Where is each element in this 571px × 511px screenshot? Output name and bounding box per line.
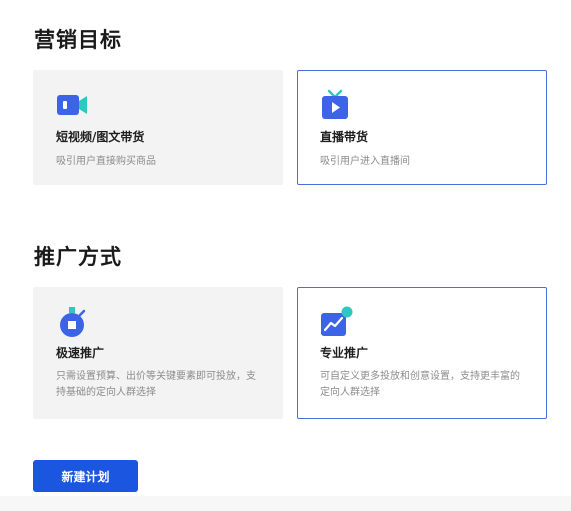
- mode-card-title: 极速推广: [56, 346, 105, 360]
- goal-card-title: 短视频/图文带货: [56, 130, 145, 144]
- create-plan-button[interactable]: 新建计划: [33, 460, 138, 492]
- mode-card-desc: 只需设置预算、出价等关键要素即可投放，支持基础的定向人群选择: [56, 371, 256, 398]
- speed-rocket-icon: [56, 306, 90, 338]
- mode-card-quick[interactable]: 极速推广 只需设置预算、出价等关键要素即可投放，支持基础的定向人群选择: [33, 287, 283, 419]
- mode-card-professional[interactable]: 专业推广 可自定义更多投放和创意设置，支持更丰富的定向人群选择: [297, 287, 547, 419]
- goal-card-title: 直播带货: [320, 130, 369, 144]
- marketing-goal-title: 营销目标: [34, 28, 122, 52]
- video-camera-icon: [56, 89, 90, 121]
- mode-card-title: 专业推广: [320, 346, 369, 360]
- mode-card-desc: 可自定义更多投放和创意设置，支持更丰富的定向人群选择: [320, 371, 520, 398]
- tv-play-icon: [320, 89, 354, 121]
- goal-card-desc: 吸引用户进入直播间: [320, 156, 410, 167]
- goal-card-desc: 吸引用户直接购买商品: [56, 156, 156, 167]
- page-footer-strip: [0, 496, 571, 511]
- goal-card-short-video[interactable]: 短视频/图文带货 吸引用户直接购买商品: [33, 70, 283, 185]
- trend-chart-icon: [320, 306, 354, 338]
- promotion-mode-title: 推广方式: [34, 245, 122, 269]
- goal-card-live[interactable]: 直播带货 吸引用户进入直播间: [297, 70, 547, 185]
